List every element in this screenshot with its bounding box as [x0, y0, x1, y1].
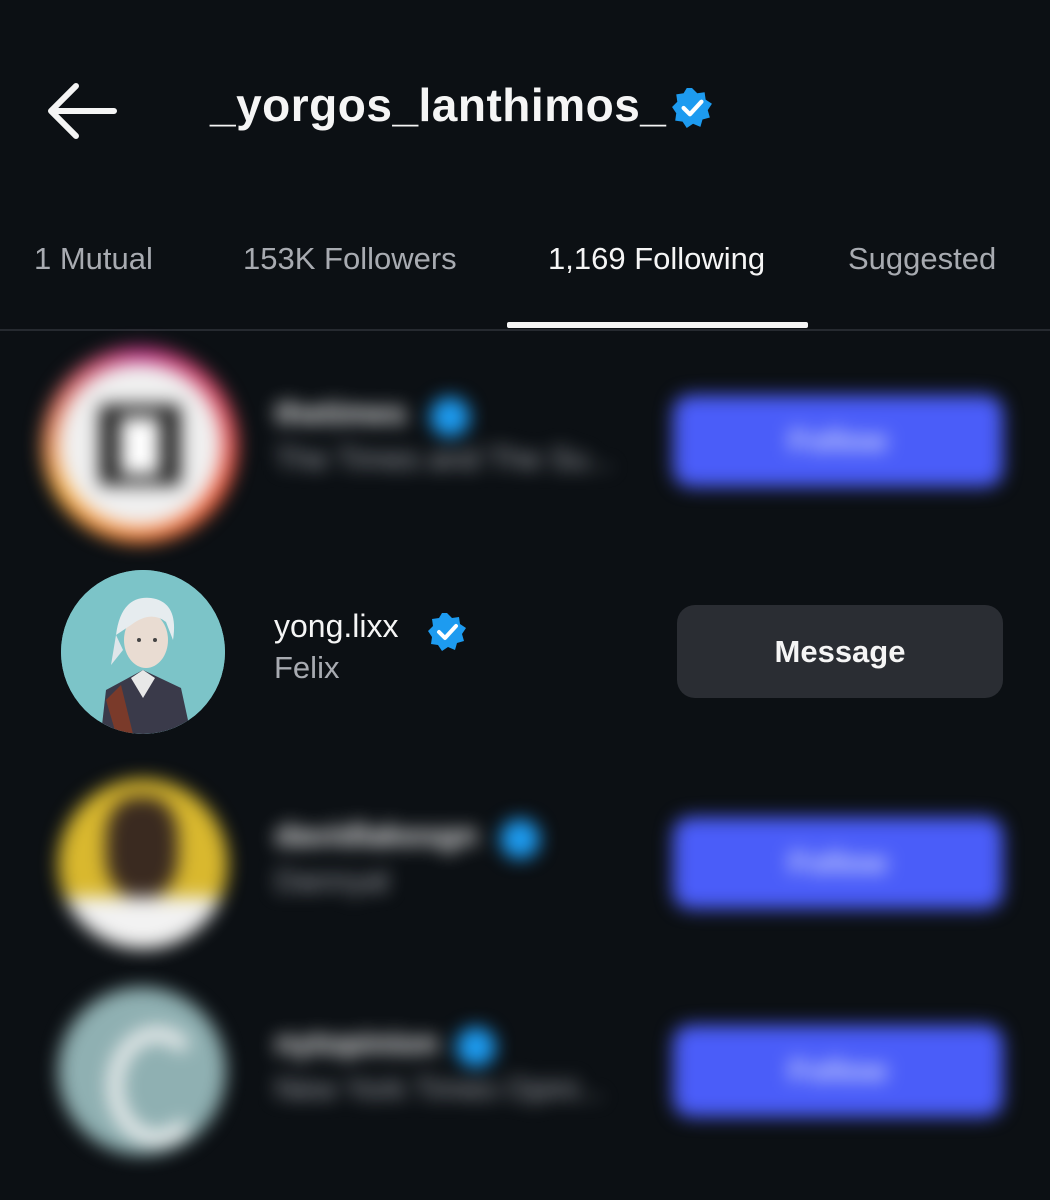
avatar[interactable]: [58, 987, 226, 1155]
account-fullname: The Times and The Su...: [275, 441, 614, 476]
account-username[interactable]: nytopinion: [275, 1025, 439, 1062]
list-item[interactable]: yong.lixx Felix Message: [0, 560, 1050, 760]
follow-button[interactable]: Follow: [673, 817, 1003, 909]
list-item[interactable]: davidlakesgn Dannyal Follow: [0, 765, 1050, 965]
avatar[interactable]: [61, 570, 225, 734]
follow-tabs: 1 Mutual 153K Followers 1,169 Following …: [0, 215, 1050, 331]
list-item[interactable]: thetimes The Times and The Su... Follow: [0, 345, 1050, 545]
profile-photo: [61, 570, 225, 734]
follow-button[interactable]: Follow: [673, 1025, 1003, 1117]
verified-badge-icon: [456, 1027, 496, 1067]
verified-badge-icon: [500, 819, 540, 859]
tab-followers[interactable]: 153K Followers: [243, 241, 457, 277]
account-fullname: New York Times Opini...: [275, 1071, 605, 1106]
tab-divider: [0, 329, 1050, 331]
header: _yorgos_lanthimos_: [0, 0, 1050, 210]
arrow-left-icon: [48, 83, 117, 139]
message-button[interactable]: Message: [677, 605, 1003, 698]
profile-username: _yorgos_lanthimos_: [210, 79, 667, 131]
account-username[interactable]: thetimes: [275, 395, 407, 432]
follow-button[interactable]: Follow: [673, 395, 1003, 487]
account-fullname: Felix: [274, 650, 340, 685]
back-button[interactable]: [40, 76, 120, 146]
verified-badge-icon: [430, 397, 470, 437]
account-username[interactable]: yong.lixx: [274, 608, 399, 645]
tab-suggested[interactable]: Suggested: [848, 241, 996, 277]
tab-following[interactable]: 1,169 Following: [548, 241, 765, 277]
account-username[interactable]: davidlakesgn: [275, 817, 478, 854]
avatar[interactable]: [42, 347, 238, 543]
active-tab-indicator: [507, 322, 808, 328]
tab-mutual[interactable]: 1 Mutual: [34, 241, 153, 277]
verified-badge-icon: [672, 88, 712, 128]
account-fullname: Dannyal: [275, 863, 389, 898]
list-item[interactable]: nytopinion New York Times Opini... Follo…: [0, 975, 1050, 1175]
verified-badge-icon: [428, 613, 466, 651]
avatar[interactable]: [58, 779, 228, 949]
